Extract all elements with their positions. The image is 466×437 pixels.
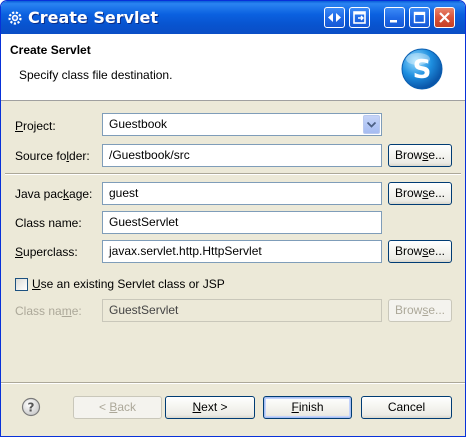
maximize-icon: [413, 11, 426, 24]
finish-button[interactable]: Finish: [263, 396, 352, 419]
project-combo-value: Guestbook: [109, 117, 168, 131]
class-name-label: Class name:: [15, 216, 82, 230]
wizard-page-title: Create Servlet: [10, 43, 91, 57]
servlet-logo-icon: S: [401, 48, 443, 90]
maximize-button[interactable]: [409, 7, 430, 28]
existing-class-browse-button: Browse...: [388, 299, 452, 322]
use-existing-label[interactable]: Use an existing Servlet class or JSP: [32, 277, 225, 291]
svg-text:?: ?: [28, 401, 35, 415]
restore-window-icon: [353, 11, 366, 24]
help-icon[interactable]: ?: [21, 397, 41, 417]
existing-class-name-field: GuestServlet: [102, 299, 382, 322]
cancel-button[interactable]: Cancel: [361, 396, 452, 419]
create-servlet-dialog: Create Servlet Create Servlet Specify cl…: [0, 0, 466, 437]
source-folder-browse-button[interactable]: Browse...: [388, 144, 452, 167]
java-package-field[interactable]: guest: [102, 182, 382, 205]
java-package-label: Java package:: [15, 187, 93, 201]
project-label: Project:: [15, 119, 56, 133]
back-button: < Back: [73, 396, 162, 419]
swap-button[interactable]: [324, 7, 345, 28]
wizard-page-description: Specify class file destination.: [19, 68, 173, 82]
svg-text:S: S: [413, 55, 432, 85]
restore-window-button[interactable]: [349, 7, 370, 28]
chevron-down-icon[interactable]: [363, 115, 380, 134]
minimize-button[interactable]: [384, 7, 405, 28]
close-icon: [439, 12, 450, 23]
swap-icon: [328, 13, 341, 22]
class-name-field[interactable]: GuestServlet: [102, 211, 382, 234]
close-button[interactable]: [434, 7, 455, 28]
minimize-icon: [390, 20, 397, 23]
separator: [5, 173, 461, 175]
source-folder-label: Source folder:: [15, 149, 90, 163]
superclass-browse-button[interactable]: Browse...: [388, 240, 452, 263]
superclass-label: Superclass:: [15, 245, 78, 259]
title-bar[interactable]: Create Servlet: [1, 1, 465, 34]
existing-class-name-label: Class name:: [15, 304, 82, 318]
source-folder-field[interactable]: /Guestbook/src: [102, 144, 382, 167]
use-existing-checkbox[interactable]: [15, 278, 28, 291]
superclass-field[interactable]: javax.servlet.http.HttpServlet: [102, 240, 382, 263]
gear-icon: [7, 10, 23, 26]
next-button[interactable]: Next >: [165, 396, 255, 419]
java-package-browse-button[interactable]: Browse...: [388, 182, 452, 205]
footer-separator: [1, 382, 465, 384]
project-combo[interactable]: Guestbook: [102, 113, 382, 136]
window-title: Create Servlet: [28, 8, 159, 27]
wizard-header: Create Servlet Specify class file destin…: [1, 34, 465, 101]
